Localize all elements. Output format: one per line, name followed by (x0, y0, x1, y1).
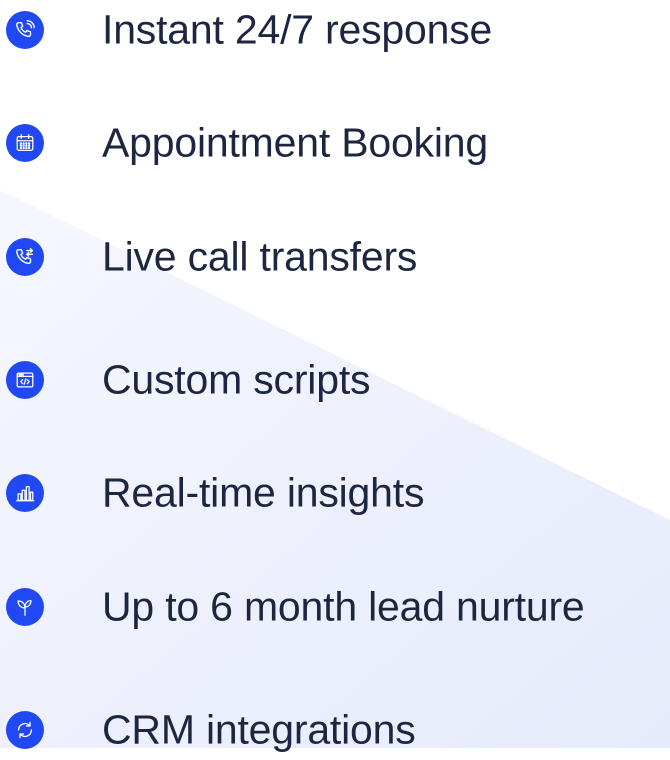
feature-label: Up to 6 month lead nurture (102, 583, 585, 630)
phone-ringing-icon (6, 11, 44, 49)
feature-item-crm-integrations: CRM integrations (0, 700, 670, 760)
feature-label: Instant 24/7 response (102, 6, 493, 53)
feature-label: Custom scripts (102, 356, 371, 403)
phone-transfer-icon (6, 238, 44, 276)
feature-item-lead-nurture: Up to 6 month lead nurture (0, 577, 670, 637)
feature-label: CRM integrations (102, 706, 416, 753)
bar-chart-icon (6, 474, 44, 512)
feature-label: Appointment Booking (102, 119, 488, 166)
calendar-icon (6, 124, 44, 162)
sprout-icon (6, 588, 44, 626)
sync-icon (6, 711, 44, 749)
feature-label: Live call transfers (102, 233, 418, 280)
feature-item-appointment-booking: Appointment Booking (0, 113, 670, 173)
feature-item-live-call-transfers: Live call transfers (0, 227, 670, 287)
feature-list: Instant 24/7 response Appointment Bookin… (0, 0, 670, 750)
feature-item-custom-scripts: Custom scripts (0, 350, 670, 410)
feature-item-real-time-insights: Real-time insights (0, 463, 670, 523)
feature-label: Real-time insights (102, 469, 425, 516)
feature-item-instant-response: Instant 24/7 response (0, 0, 670, 60)
code-window-icon (6, 361, 44, 399)
